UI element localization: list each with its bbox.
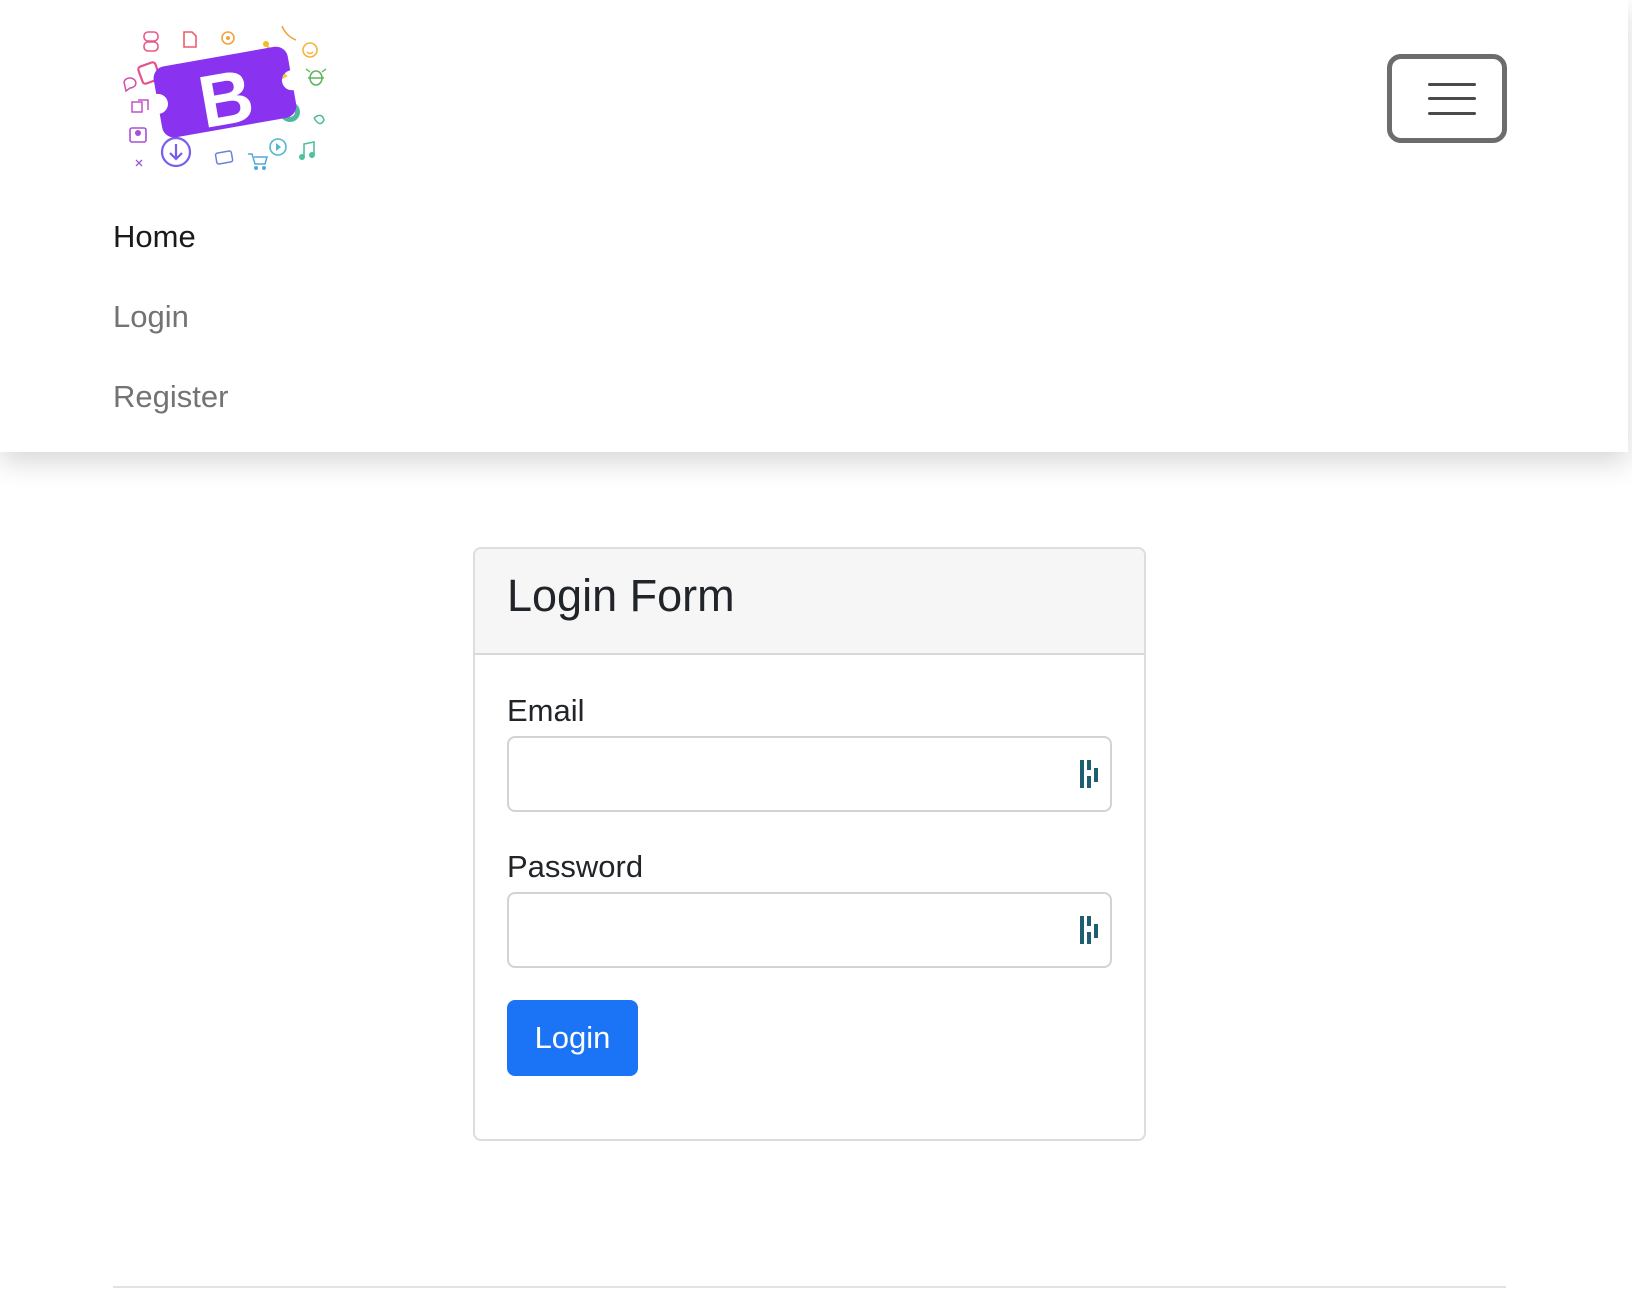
password-manager-icon[interactable] — [1078, 758, 1102, 790]
email-label: Email — [507, 693, 585, 728]
password-input[interactable] — [507, 892, 1112, 968]
brand-logo[interactable]: B — [118, 20, 338, 180]
card-title: Login Form — [507, 570, 735, 621]
nav-link-login[interactable]: Login — [113, 299, 189, 335]
bootstrap-logo-icon: B — [123, 25, 327, 170]
password-manager-icon[interactable] — [1078, 914, 1102, 946]
card-header: Login Form — [475, 549, 1144, 655]
footer-divider — [113, 1286, 1506, 1288]
nav-link-register[interactable]: Register — [113, 379, 228, 415]
email-input[interactable] — [507, 736, 1112, 812]
nav-link-home[interactable]: Home — [113, 219, 196, 255]
navbar-toggler-button[interactable] — [1387, 54, 1507, 143]
password-label: Password — [507, 849, 644, 884]
login-card: Login Form Email Password Login — [473, 547, 1146, 1141]
navbar: B Home Login Register — [0, 0, 1628, 452]
login-submit-button[interactable]: Login — [507, 1000, 638, 1076]
